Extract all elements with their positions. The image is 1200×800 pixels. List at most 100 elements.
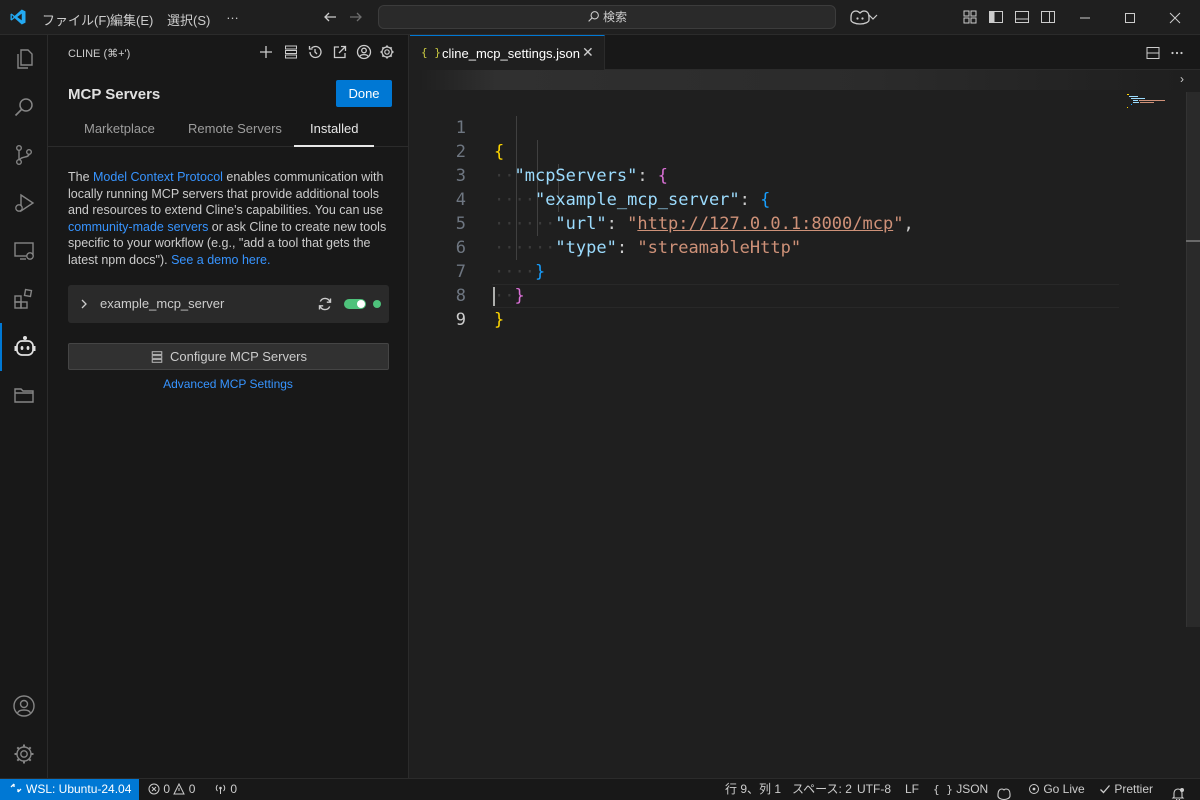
split-editor-icon[interactable]	[1145, 45, 1161, 61]
vertical-scrollbar[interactable]	[1186, 92, 1200, 627]
chevron-right-icon[interactable]: ›	[1180, 72, 1184, 86]
source-control-button[interactable]	[0, 131, 48, 179]
title-bar: ファイル(F) 編集(E) 選択(S) … 検索	[0, 0, 1200, 35]
code-line: 4 ······"url": "http://127.0.0.1:8000/mc…	[410, 164, 1120, 234]
menu-selection[interactable]: 選択(S)	[167, 10, 210, 29]
extensions-button[interactable]	[0, 275, 48, 323]
gear-icon	[14, 744, 34, 764]
error-count: 0	[163, 782, 171, 796]
json-lang-icon: { }	[933, 783, 953, 796]
indentation[interactable]: スペース: 2	[792, 779, 852, 800]
menu-file[interactable]: ファイル(F)	[42, 10, 111, 29]
json-file-icon: { }	[421, 46, 441, 59]
cursor-position[interactable]: 行 9、列 1	[725, 779, 781, 800]
view-title: CLINE (⌘+')	[68, 48, 131, 60]
advanced-mcp-settings-link[interactable]: Advanced MCP Settings	[48, 377, 408, 391]
problems-indicator[interactable]: 0 0	[148, 779, 195, 800]
encoding[interactable]: UTF-8	[857, 779, 891, 800]
server-enabled-toggle[interactable]	[344, 299, 366, 309]
breadcrumb[interactable]	[420, 70, 1180, 90]
menu-edit[interactable]: 編集(E)	[110, 10, 153, 29]
end-of-line[interactable]: LF	[905, 779, 919, 800]
menu-more[interactable]: …	[226, 7, 239, 22]
tab-installed[interactable]: Installed	[310, 121, 358, 136]
back-arrow-icon[interactable]	[322, 9, 338, 25]
folders-button[interactable]	[0, 371, 48, 419]
code-line: 5 ······"type": "streamableHttp"	[410, 188, 1120, 258]
demo-link[interactable]: See a demo here.	[171, 253, 270, 267]
popout-icon[interactable]	[332, 44, 348, 60]
cline-sidebar: CLINE (⌘+') MCP Servers Done Marketplace…	[48, 35, 409, 778]
go-live-label: Go Live	[1043, 782, 1085, 796]
language-mode[interactable]: { } JSON	[933, 779, 988, 800]
tab-remote-servers[interactable]: Remote Servers	[188, 121, 282, 136]
cline-button[interactable]	[0, 323, 48, 371]
minimize-button[interactable]	[1062, 0, 1108, 35]
code-line: 7 ··}	[410, 236, 1120, 306]
error-icon	[148, 783, 160, 795]
warning-icon	[173, 782, 186, 795]
minimize-icon	[1080, 17, 1090, 18]
mcp-servers-icon[interactable]	[283, 44, 299, 60]
chevron-down-icon[interactable]	[868, 9, 878, 25]
page-title: MCP Servers	[68, 86, 161, 103]
brace: }	[494, 310, 505, 330]
community-servers-link[interactable]: community-made servers	[68, 220, 208, 234]
ports-indicator[interactable]: 0	[214, 779, 237, 800]
toggle-secondary-sidebar-icon[interactable]	[1040, 9, 1056, 25]
broadcast-icon	[1029, 784, 1039, 794]
history-icon[interactable]	[307, 44, 323, 60]
remote-explorer-icon	[14, 242, 34, 260]
account-icon[interactable]	[356, 44, 372, 60]
remote-indicator[interactable]: WSL: Ubuntu-24.04	[0, 779, 139, 800]
configure-mcp-servers-button[interactable]: Configure MCP Servers	[68, 343, 389, 370]
remote-explorer-button[interactable]	[0, 227, 48, 275]
run-debug-icon	[15, 193, 35, 213]
broadcast-icon	[215, 784, 226, 794]
status-bar: WSL: Ubuntu-24.04 0 0 0 行 9、列 1 スペース: 2 …	[0, 778, 1200, 800]
copilot-status-icon[interactable]	[996, 783, 1012, 800]
manage-button[interactable]	[0, 730, 48, 778]
tab-cline-mcp-settings[interactable]: { } cline_mcp_settings.json ✕	[410, 35, 605, 70]
command-center-search[interactable]: 検索	[378, 5, 836, 29]
search-view-button[interactable]	[0, 83, 48, 131]
code-line: 9	[410, 284, 1120, 330]
warning-count: 0	[188, 782, 196, 796]
code-line: 1 {	[410, 92, 1120, 162]
toggle-primary-sidebar-icon[interactable]	[988, 9, 1004, 25]
remote-label: WSL: Ubuntu-24.04	[26, 782, 132, 796]
more-actions-icon[interactable]	[1169, 45, 1185, 61]
vscode-logo-icon[interactable]	[9, 8, 27, 26]
active-tab-indicator	[294, 145, 374, 147]
run-and-debug-button[interactable]	[0, 179, 48, 227]
source-control-icon	[15, 145, 32, 166]
cline-robot-icon	[14, 336, 36, 356]
bell-icon[interactable]	[1171, 783, 1185, 800]
forward-arrow-icon[interactable]	[348, 9, 364, 25]
minimap[interactable]	[1127, 94, 1172, 108]
editor-tab-bar: { } cline_mcp_settings.json ✕	[410, 35, 1200, 70]
model-context-protocol-link[interactable]: Model Context Protocol	[93, 170, 223, 184]
explorer-button[interactable]	[0, 35, 48, 83]
customize-layout-icon[interactable]	[962, 9, 978, 25]
ports-count: 0	[230, 782, 238, 796]
server-row[interactable]: example_mcp_server	[68, 285, 389, 323]
code-line: 8 }	[410, 260, 1120, 330]
toggle-panel-icon[interactable]	[1014, 9, 1030, 25]
close-icon	[1169, 12, 1181, 23]
go-live-button[interactable]: Go Live	[1028, 779, 1085, 800]
accounts-button[interactable]	[0, 682, 48, 730]
chevron-right-icon[interactable]	[78, 296, 90, 312]
configure-label: Configure MCP Servers	[169, 349, 308, 364]
code-editor[interactable]: 1 { 2 ··"mcpServers": { 3 ····"example_m…	[410, 92, 1185, 778]
close-window-button[interactable]	[1152, 0, 1198, 35]
gear-icon[interactable]	[379, 44, 395, 60]
done-button[interactable]: Done	[336, 80, 392, 107]
maximize-button[interactable]	[1107, 0, 1153, 35]
plus-icon[interactable]	[258, 44, 274, 60]
close-icon[interactable]: ✕	[582, 44, 594, 61]
prettier-status[interactable]: Prettier	[1099, 779, 1153, 800]
prettier-label: Prettier	[1114, 782, 1154, 796]
tab-marketplace[interactable]: Marketplace	[84, 121, 155, 136]
refresh-icon[interactable]	[317, 296, 333, 312]
